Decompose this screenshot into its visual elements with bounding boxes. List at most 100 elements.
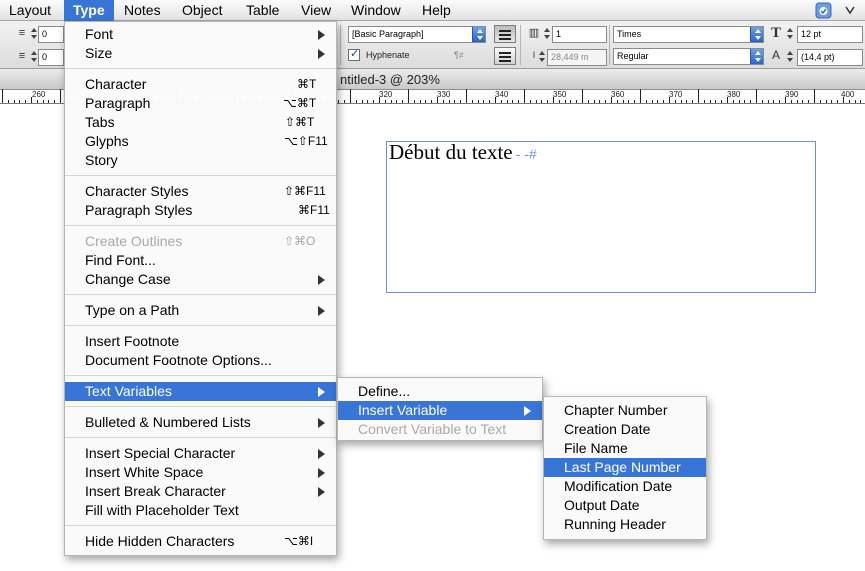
pilcrow-icon: ¶≠ [454, 50, 464, 60]
menu-layout[interactable]: Layout [0, 0, 60, 21]
menu-item-font[interactable]: Font [65, 25, 336, 44]
menu-item-label: Paragraph Styles [85, 202, 193, 218]
menu-item-convert-variable-to-text[interactable]: Convert Variable to Text [338, 420, 542, 439]
menu-item-label: Character Styles [85, 183, 189, 199]
ruler-tick [37, 100, 38, 103]
menu-table[interactable]: Table [237, 0, 288, 21]
ruler-tick [715, 100, 716, 103]
justify-button[interactable] [494, 47, 516, 65]
align-grid-button[interactable] [494, 25, 516, 43]
menu-item-change-case[interactable]: Change Case [65, 270, 336, 289]
leading-stepper[interactable] [786, 49, 794, 64]
menu-item-insert-variable[interactable]: Insert Variable [338, 401, 542, 420]
menu-item-chapter-number[interactable]: Chapter Number [544, 401, 706, 420]
menu-item-paragraph[interactable]: Paragraph ⌥⌘T [65, 94, 336, 113]
menu-item-shortcut: ⌘F11 [298, 203, 330, 217]
ruler-tick [797, 100, 798, 103]
menu-item-document-footnote-options[interactable]: Document Footnote Options... [65, 351, 336, 370]
ruler-tick [483, 100, 484, 103]
text-frame[interactable]: Début du texte - -# [386, 140, 816, 293]
menu-item-create-outlines[interactable]: Create Outlines ⇧⌘O [65, 232, 336, 251]
ruler-tick [489, 100, 490, 103]
script-status-icon[interactable] [815, 2, 832, 19]
status-arrow-icon[interactable] [843, 2, 857, 19]
font-family-select[interactable]: Times [613, 26, 764, 43]
hyphenate-checkbox[interactable] [348, 47, 360, 61]
menu-item-label: Define... [358, 383, 411, 399]
menu-item-size[interactable]: Size [65, 44, 336, 63]
ruler-tick [733, 100, 734, 103]
first-line-indent-stepper[interactable] [30, 49, 38, 64]
menu-item-glyphs[interactable]: Glyphs ⌥⇧F11 [65, 132, 336, 151]
menu-item-bulleted-numbered-lists[interactable]: Bulleted & Numbered Lists [65, 413, 336, 432]
menu-separator [65, 294, 336, 295]
menu-item-label: Tabs [85, 114, 115, 130]
paragraph-style-select[interactable]: [Basic Paragraph] [348, 26, 486, 43]
columns-field[interactable]: 1 [552, 26, 607, 43]
menu-item-creation-date[interactable]: Creation Date [544, 420, 706, 439]
ruler-tick [396, 100, 397, 103]
menu-item-find-font[interactable]: Find Font... [65, 251, 336, 270]
menu-view[interactable]: View [292, 0, 340, 21]
text-variables-submenu: Define... Insert Variable Convert Variab… [337, 377, 543, 441]
menu-item-label: Insert Footnote [85, 333, 180, 349]
menu-item-character[interactable]: Character ⌘T [65, 75, 336, 94]
ruler-tick [518, 100, 519, 103]
menu-object[interactable]: Object [173, 0, 231, 21]
first-line-indent-field[interactable]: 0 [38, 49, 64, 66]
menu-item-type-on-a-path[interactable]: Type on a Path [65, 301, 336, 320]
frame-text[interactable]: Début du texte - -# [389, 140, 537, 165]
leading-field[interactable]: (14,4 pt) [797, 49, 863, 66]
submenu-arrow-icon [318, 468, 325, 478]
font-size-field[interactable]: 12 pt [797, 26, 863, 43]
left-indent-stepper[interactable] [30, 26, 38, 41]
menu-item-insert-break-character[interactable]: Insert Break Character [65, 482, 336, 501]
menu-window[interactable]: Window [342, 0, 410, 21]
menu-item-fill-with-placeholder-text[interactable]: Fill with Placeholder Text [65, 501, 336, 520]
menu-item-tabs[interactable]: Tabs ⇧⌘T [65, 113, 336, 132]
menu-item-running-header[interactable]: Running Header [544, 515, 706, 534]
ruler-tick [466, 89, 467, 103]
ruler-tick [512, 100, 513, 103]
menu-item-label: Paragraph [85, 95, 151, 111]
menu-separator [65, 375, 336, 376]
menu-item-hide-hidden-characters[interactable]: Hide Hidden Characters ⌥⌘I [65, 532, 336, 551]
ruler-tick [704, 100, 705, 103]
font-size-stepper[interactable] [786, 26, 794, 41]
menu-type[interactable]: Type [64, 0, 114, 21]
ruler-tick [379, 97, 380, 103]
menu-item-insert-footnote[interactable]: Insert Footnote [65, 332, 336, 351]
menu-notes[interactable]: Notes [115, 0, 170, 21]
ruler-tick [831, 100, 832, 103]
columns-stepper[interactable] [543, 26, 551, 41]
ruler-tick [855, 100, 856, 103]
menu-item-shortcut: ⌥⇧F11 [284, 134, 328, 148]
ruler-tick [768, 100, 769, 103]
ruler-tick [414, 100, 415, 103]
menu-item-output-date[interactable]: Output Date [544, 496, 706, 515]
ruler-tick [779, 100, 780, 103]
menu-item-insert-special-character[interactable]: Insert Special Character [65, 444, 336, 463]
menu-help[interactable]: Help [413, 0, 460, 21]
menu-item-file-name[interactable]: File Name [544, 439, 706, 458]
menu-item-insert-white-space[interactable]: Insert White Space [65, 463, 336, 482]
control-separator [340, 25, 341, 65]
ruler-tick [559, 100, 560, 103]
gutter-field[interactable]: 28,449 m [547, 49, 607, 66]
menu-item-paragraph-styles[interactable]: Paragraph Styles ⌘F11 [65, 201, 336, 220]
ruler-tick [652, 100, 653, 103]
font-style-select[interactable]: Regular [613, 48, 764, 65]
ruler-tick [588, 100, 589, 103]
menu-item-label: Insert Special Character [85, 445, 236, 461]
menu-item-text-variables[interactable]: Text Variables [65, 382, 336, 401]
gutter-stepper[interactable] [538, 49, 546, 64]
left-indent-field[interactable]: 0 [38, 26, 64, 43]
menu-item-modification-date[interactable]: Modification Date [544, 477, 706, 496]
menu-item-last-page-number[interactable]: Last Page Number [544, 458, 706, 477]
menu-item-label: Chapter Number [564, 402, 668, 418]
menu-item-define[interactable]: Define... [338, 382, 542, 401]
font-style-arrows-icon [750, 49, 763, 64]
menu-item-character-styles[interactable]: Character Styles ⇧⌘F11 [65, 182, 336, 201]
menu-item-story[interactable]: Story [65, 151, 336, 170]
menu-separator [65, 175, 336, 176]
